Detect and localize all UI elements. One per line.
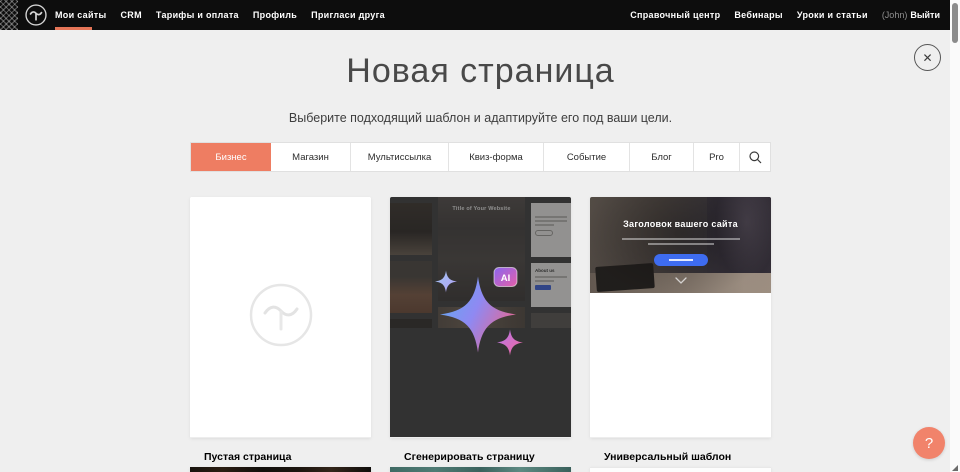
blank-page-preview[interactable] [190,197,371,438]
nav-tariffs-payment[interactable]: Тарифы и оплата [156,10,239,20]
card-title: Универсальный шаблон [604,451,757,463]
ai-badge: AI [494,267,517,286]
main-nav: Мои сайты CRM Тарифы и оплата Профиль Пр… [55,0,385,30]
template-card-partial-3[interactable] [590,467,771,472]
tilda-logo-icon[interactable] [25,4,47,26]
nav-profile[interactable]: Профиль [253,10,297,20]
search-icon [749,151,762,164]
card-title: Сгенерировать страницу [404,451,557,463]
help-button[interactable]: ? [913,427,945,459]
nav-invite-friend[interactable]: Пригласи друга [311,10,385,20]
tilda-watermark-icon [249,283,313,352]
nav-lessons-articles[interactable]: Уроки и статьи [797,10,868,20]
nav-crm[interactable]: CRM [120,10,141,20]
template-card-partial-1[interactable] [190,467,371,472]
template-hero: Заголовок вашего сайта [590,197,771,293]
tab-shop[interactable]: Магазин [271,143,351,171]
nav-my-sites[interactable]: Мои сайты [55,10,106,20]
user-name: (John) [882,10,908,20]
tab-quiz-form[interactable]: Квиз-форма [449,143,544,171]
template-card-ai: Title of Your Website About us [390,197,571,438]
close-icon: ✕ [922,52,932,64]
tab-blog[interactable]: Блог [630,143,694,171]
tab-event[interactable]: Событие [544,143,630,171]
page-title: Новая страница [190,52,771,91]
card-title: Пустая страница [204,451,357,463]
question-mark-icon: ? [925,435,933,452]
scrollbar-corner [952,465,958,471]
chevron-down-icon [675,271,687,289]
close-button[interactable]: ✕ [914,44,941,71]
top-bar: Мои сайты CRM Тарифы и оплата Профиль Пр… [0,0,950,30]
page-subtitle: Выберите подходящий шаблон и адаптируйте… [190,111,771,125]
template-card-universal: Заголовок вашего сайта Коротко представь… [590,197,771,438]
tab-multilink[interactable]: Мультиссылка [351,143,449,171]
hero-cta-button [654,254,708,266]
search-tab[interactable] [740,143,770,171]
tab-business[interactable]: Бизнес [191,143,271,171]
universal-template-preview[interactable]: Заголовок вашего сайта Коротко представь… [590,197,771,438]
nav-help-center[interactable]: Справочный центр [630,10,720,20]
header-texture [0,0,18,30]
hero-subtitle-line [648,243,714,245]
template-card-blank: Пустая страница Начать с чистого листа. … [190,197,371,438]
template-category-tabs: Бизнес Магазин Мультиссылка Квиз-форма С… [190,142,771,172]
svg-text:AI: AI [500,273,510,284]
scrollbar[interactable] [950,0,960,472]
scrollbar-thumb[interactable] [952,3,958,43]
template-card-partial-2[interactable] [390,467,571,472]
screen: Мои сайты CRM Тарифы и оплата Профиль Пр… [0,0,960,472]
tab-pro[interactable]: Pro [694,143,740,171]
user-session: (John) Выйти [882,10,940,20]
ai-sparkle-icon: AI [426,264,536,365]
ai-generate-preview[interactable]: Title of Your Website About us [390,197,571,438]
secondary-nav: Справочный центр Вебинары Уроки и статьи… [630,0,940,30]
hero-subtitle-line [622,238,740,240]
active-nav-underline [55,27,92,30]
hero-headline: Заголовок вашего сайта [590,219,771,229]
logout-link[interactable]: Выйти [910,10,940,20]
nav-webinars[interactable]: Вебинары [734,10,783,20]
